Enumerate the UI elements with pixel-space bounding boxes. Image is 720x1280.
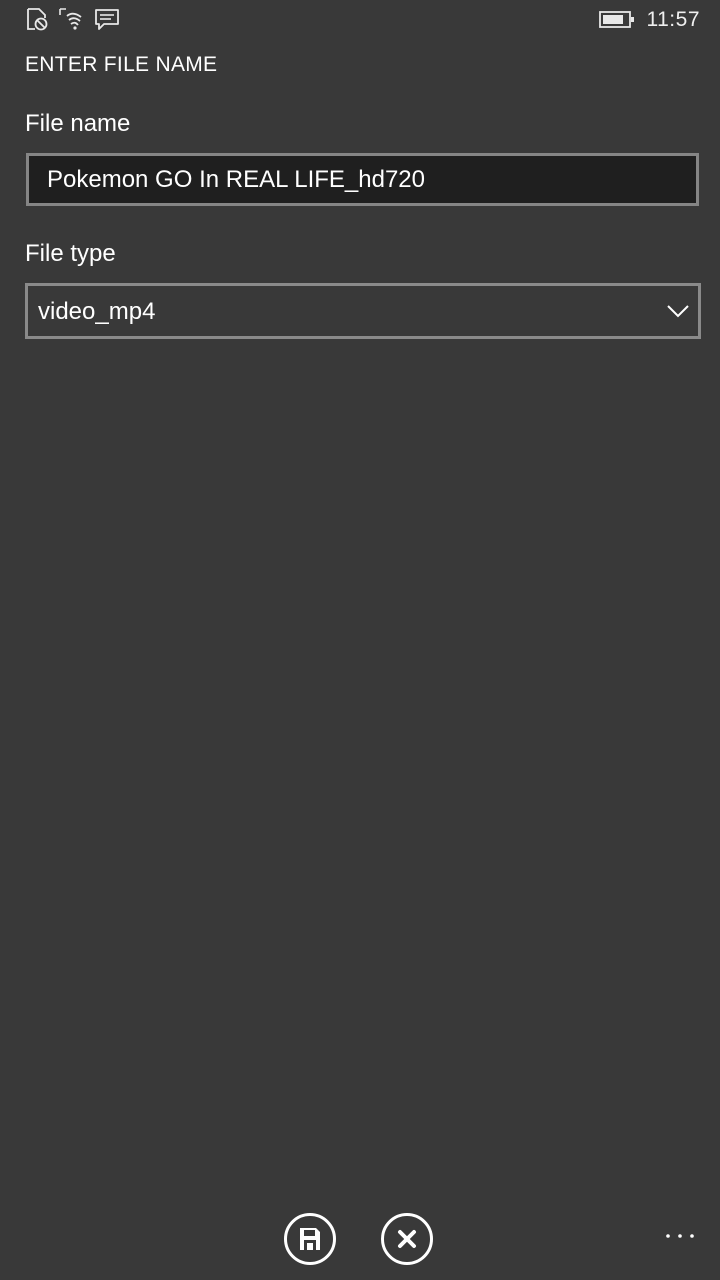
status-bar: 11:57 <box>0 0 720 40</box>
cancel-button[interactable] <box>380 1212 434 1266</box>
notification-icon <box>94 6 120 32</box>
file-type-selected-value: video_mp4 <box>38 298 156 325</box>
file-name-label: File name <box>25 110 131 137</box>
app-bar <box>0 1200 720 1280</box>
file-type-label: File type <box>25 240 116 267</box>
status-clock: 11:57 <box>646 8 700 31</box>
more-button[interactable] <box>664 1226 696 1246</box>
chevron-down-icon <box>666 301 690 321</box>
quiet-hours-icon <box>24 6 50 32</box>
battery-icon <box>598 9 636 31</box>
page-title: ENTER FILE NAME <box>25 53 218 76</box>
save-button[interactable] <box>283 1212 337 1266</box>
save-icon <box>284 1213 336 1265</box>
file-type-dropdown[interactable]: video_mp4 <box>25 283 701 339</box>
file-name-input[interactable] <box>26 153 699 206</box>
save-dialog-screen: 11:57 ENTER FILE NAME File name File typ… <box>0 0 720 1280</box>
wifi-icon <box>57 6 83 32</box>
more-icon <box>666 1234 694 1238</box>
cancel-icon <box>381 1213 433 1265</box>
